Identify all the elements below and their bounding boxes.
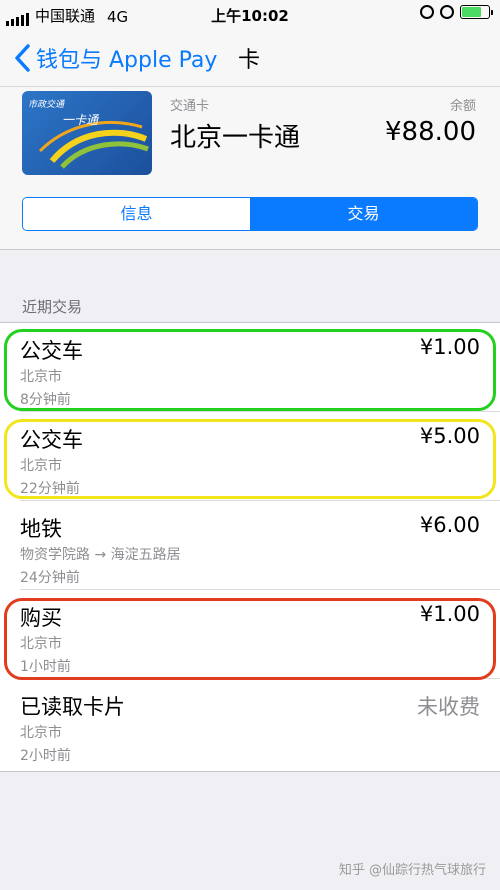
watermark: 知乎 @仙踪行热气球旅行: [338, 863, 486, 878]
tab-info[interactable]: 信息: [23, 198, 250, 230]
transaction-amount: ¥1.00: [419, 335, 480, 359]
transaction-name: 公交车: [20, 339, 83, 363]
transaction-row[interactable]: 公交车 ¥1.00 北京市 8分钟前: [0, 323, 500, 412]
transaction-time: 24分钟前: [20, 570, 80, 586]
transaction-time: 22分钟前: [20, 481, 80, 497]
transaction-amount: ¥5.00: [419, 424, 480, 448]
section-header: 近期交易: [22, 298, 83, 316]
transaction-row[interactable]: 公交车 ¥5.00 北京市 22分钟前: [0, 412, 500, 501]
back-chevron-icon[interactable]: [12, 42, 34, 74]
balance-label: 余额: [449, 99, 476, 114]
status-right: [420, 5, 493, 19]
card-header: 市政交通 一卡通 交通卡 北京一卡通 余额 ¥88.00 信息 交易: [0, 86, 500, 250]
card-logo-text: 市政交通: [28, 100, 65, 110]
orientation-lock-icon: [420, 5, 434, 19]
transaction-row[interactable]: 地铁 ¥6.00 物资学院路 → 海淀五路居 24分钟前: [0, 501, 500, 590]
transaction-name: 购买: [20, 606, 62, 630]
transaction-row[interactable]: 已读取卡片 未收费 北京市 2小时前: [0, 679, 500, 768]
transaction-name: 地铁: [20, 517, 62, 541]
transaction-location: 北京市: [20, 458, 62, 474]
back-button[interactable]: 钱包与 Apple Pay: [36, 42, 217, 74]
navigation-bar: 钱包与 Apple Pay 卡: [0, 30, 500, 86]
card-title: 北京一卡通: [170, 123, 301, 153]
transaction-location: 物资学院路 → 海淀五路居: [20, 547, 181, 563]
balance-value: ¥88.00: [385, 117, 476, 147]
alarm-icon: [440, 5, 454, 19]
card-image: 市政交通 一卡通: [22, 91, 152, 175]
transaction-amount: ¥1.00: [419, 602, 480, 626]
battery-icon: [460, 5, 493, 19]
segmented-control: 信息 交易: [22, 197, 478, 231]
transaction-name: 已读取卡片: [20, 695, 125, 719]
transaction-list: 公交车 ¥1.00 北京市 8分钟前 公交车 ¥5.00 北京市 22分钟前 地…: [0, 322, 500, 772]
card-name-text: 一卡通: [62, 113, 99, 127]
card-type-label: 交通卡: [170, 99, 210, 114]
transaction-time: 8分钟前: [20, 392, 71, 408]
transaction-location: 北京市: [20, 369, 62, 385]
status-bar: 中国联通 4G 上午10:02: [0, 0, 500, 30]
transaction-name: 公交车: [20, 428, 83, 452]
transaction-amount: 未收费: [417, 695, 480, 719]
transaction-row[interactable]: 购买 ¥1.00 北京市 1小时前: [0, 590, 500, 679]
transaction-time: 2小时前: [20, 748, 71, 764]
transaction-location: 北京市: [20, 725, 62, 741]
tab-transactions[interactable]: 交易: [250, 198, 477, 230]
nav-title: 卡: [238, 48, 261, 73]
transaction-time: 1小时前: [20, 659, 71, 675]
transaction-amount: ¥6.00: [419, 513, 480, 537]
transaction-location: 北京市: [20, 636, 62, 652]
